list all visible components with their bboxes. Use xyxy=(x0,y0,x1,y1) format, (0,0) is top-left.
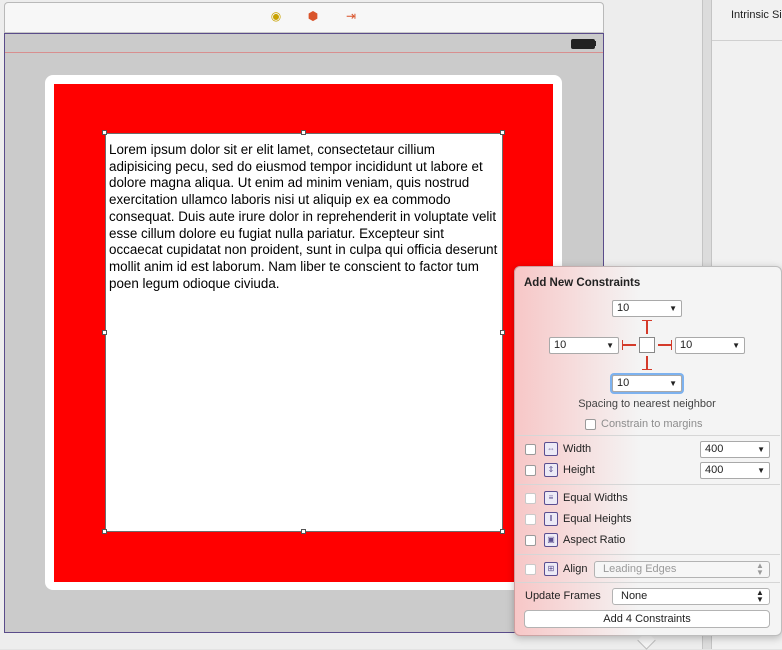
update-frames-popup[interactable]: None ▲ ▼ xyxy=(612,588,770,605)
left-strut-cap xyxy=(622,340,623,350)
resize-handle[interactable] xyxy=(500,130,505,135)
right-spacing-value: 10 xyxy=(680,339,693,351)
bottom-strut-cap xyxy=(642,369,652,370)
status-bar xyxy=(5,34,603,53)
add-constraints-button[interactable]: Add 4 Constraints xyxy=(524,610,770,628)
height-field[interactable]: 400 ▼ xyxy=(700,462,770,479)
chevron-down-icon[interactable]: ▼ xyxy=(757,467,765,475)
separator xyxy=(516,435,780,436)
resize-handle[interactable] xyxy=(102,130,107,135)
align-popup[interactable]: Leading Edges ▲ ▼ xyxy=(594,561,770,578)
constraint-center-box xyxy=(639,337,655,353)
width-checkbox[interactable] xyxy=(525,444,536,455)
popover-title: Add New Constraints xyxy=(524,277,641,289)
left-strut[interactable] xyxy=(623,344,636,346)
equal-heights-checkbox[interactable] xyxy=(525,514,536,525)
bottom-spacing-value: 10 xyxy=(617,377,630,389)
constrain-margins-label: Constrain to margins xyxy=(601,418,703,430)
constrain-margins-checkbox[interactable] xyxy=(585,419,596,430)
exit-icon[interactable]: ⇥ xyxy=(344,9,358,23)
width-value: 400 xyxy=(705,443,724,455)
resize-handle[interactable] xyxy=(301,529,306,534)
intrinsic-size-label: Intrinsic Si xyxy=(731,9,782,21)
align-checkbox[interactable] xyxy=(525,564,536,575)
height-checkbox[interactable] xyxy=(525,465,536,476)
battery-icon xyxy=(571,39,595,49)
equal-heights-label: Equal Heights xyxy=(563,513,632,525)
equal-widths-icon: ≡ xyxy=(544,491,558,505)
scene-dock xyxy=(4,2,604,33)
equal-heights-icon: ‖ xyxy=(544,512,558,526)
right-strut-cap xyxy=(671,340,672,350)
aspect-ratio-label: Aspect Ratio xyxy=(563,534,626,546)
separator xyxy=(516,484,780,485)
resize-handle[interactable] xyxy=(301,130,306,135)
left-spacing-field[interactable]: 10 ▼ xyxy=(549,337,619,354)
top-spacing-field[interactable]: 10 ▼ xyxy=(612,300,682,317)
top-spacing-value: 10 xyxy=(617,302,630,314)
resize-handle[interactable] xyxy=(102,330,107,335)
chevron-down-icon[interactable]: ▼ xyxy=(757,446,765,454)
align-icon: ⊞ xyxy=(544,562,558,576)
right-spacing-field[interactable]: 10 ▼ xyxy=(675,337,745,354)
bottom-spacing-field[interactable]: 10 ▼ xyxy=(612,375,682,392)
left-spacing-value: 10 xyxy=(554,339,567,351)
equal-widths-label: Equal Widths xyxy=(563,492,628,504)
view-controller-icon[interactable]: ◉ xyxy=(269,9,283,23)
update-frames-label: Update Frames xyxy=(525,590,601,602)
spacing-label: Spacing to nearest neighbor xyxy=(578,398,716,410)
width-constraint-icon: ⇔ xyxy=(544,442,558,456)
aspect-ratio-icon: ▣ xyxy=(544,533,558,547)
height-label: Height xyxy=(563,464,595,476)
updown-chevron-icon: ▲ ▼ xyxy=(756,561,764,577)
battery-tip xyxy=(594,41,596,46)
width-field[interactable]: 400 ▼ xyxy=(700,441,770,458)
separator xyxy=(516,582,780,583)
aspect-ratio-checkbox[interactable] xyxy=(525,535,536,546)
width-label: Width xyxy=(563,443,592,455)
bottom-strut[interactable] xyxy=(646,356,648,369)
right-strut[interactable] xyxy=(658,344,671,346)
update-frames-value: None xyxy=(621,590,648,602)
equal-widths-checkbox[interactable] xyxy=(525,493,536,504)
updown-chevron-icon: ▲ ▼ xyxy=(756,588,764,604)
chevron-down-icon[interactable]: ▼ xyxy=(606,342,614,350)
height-value: 400 xyxy=(705,464,724,476)
chevron-down-icon[interactable]: ▼ xyxy=(669,305,677,313)
separator xyxy=(516,554,780,555)
first-responder-icon[interactable]: ⬢ xyxy=(306,9,320,23)
top-strut-cap xyxy=(642,320,652,321)
resize-handle[interactable] xyxy=(500,330,505,335)
chevron-down-icon[interactable]: ▼ xyxy=(732,342,740,350)
align-value: Leading Edges xyxy=(603,563,677,575)
resize-handle[interactable] xyxy=(500,529,505,534)
top-strut[interactable] xyxy=(646,321,648,334)
align-label: Align xyxy=(563,563,588,575)
text-view-content: Lorem ipsum dolor sit er elit lamet, con… xyxy=(109,142,498,291)
height-constraint-icon: ⇕ xyxy=(544,463,558,477)
resize-handle[interactable] xyxy=(102,529,107,534)
chevron-down-icon[interactable]: ▼ xyxy=(669,380,677,388)
